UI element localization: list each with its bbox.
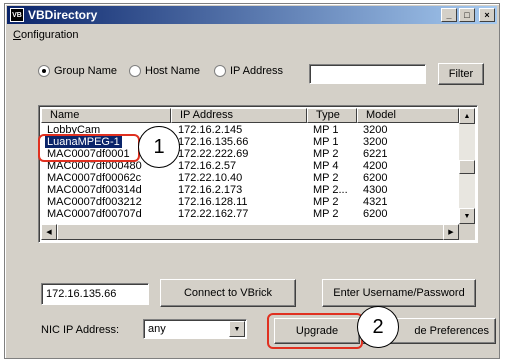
cell-model: 3200 — [363, 136, 388, 148]
callout-highlight-upgrade — [267, 313, 363, 349]
window-title: VBDirectory — [28, 8, 98, 22]
cell-model: 3200 — [363, 124, 388, 136]
minimize-button[interactable]: _ — [441, 8, 457, 22]
cell-type: MP 2 — [313, 196, 339, 208]
cell-type: MP 2 — [313, 208, 339, 220]
cell-name: MAC0007df00314d — [47, 184, 142, 196]
radio-dot-selected[interactable] — [38, 65, 50, 77]
app-icon: VB — [10, 8, 24, 22]
menu-configuration[interactable]: Configuration — [13, 29, 78, 41]
cell-type: MP 1 — [313, 124, 339, 136]
device-list[interactable]: Name IP Address Type Model LobbyCam 172.1… — [38, 105, 478, 243]
cell-ip: 172.22.222.69 — [178, 148, 249, 160]
close-button[interactable]: × — [479, 8, 495, 22]
table-row[interactable]: MAC0007df00314d 172.16.2.173 MP 2... 4300 — [41, 184, 459, 196]
cell-model: 6200 — [363, 208, 388, 220]
column-header-model[interactable]: Model — [357, 108, 459, 123]
radio-label: Group Name — [54, 65, 117, 77]
horizontal-scroll-thumb[interactable] — [57, 224, 445, 240]
scroll-right-button[interactable]: ▶ — [443, 224, 459, 240]
cell-type: MP 2 — [313, 172, 339, 184]
horizontal-scrollbar[interactable]: ◀ ▶ — [41, 224, 459, 240]
maximize-button[interactable]: □ — [459, 8, 475, 22]
title-bar[interactable]: VB VBDirectory _ □ × — [7, 6, 497, 24]
scroll-corner — [459, 224, 475, 240]
list-header: Name IP Address Type Model — [41, 108, 459, 123]
radio-dot[interactable] — [129, 65, 141, 77]
filter-button[interactable]: Filter — [438, 63, 484, 85]
radio-label: IP Address — [230, 65, 283, 77]
callout-number-two: 2 — [357, 306, 399, 348]
cell-model: 4321 — [363, 196, 388, 208]
scroll-down-button[interactable]: ▼ — [459, 208, 475, 224]
nic-ip-label: NIC IP Address: — [41, 324, 120, 336]
device-ip-input[interactable] — [41, 283, 149, 305]
cell-ip: 172.22.162.77 — [178, 208, 249, 220]
cell-type: MP 2 — [313, 148, 339, 160]
cell-type: MP 4 — [313, 160, 339, 172]
cell-type: MP 2... — [313, 184, 348, 196]
cell-ip: 172.16.128.11 — [178, 196, 248, 208]
cell-type: MP 1 — [313, 136, 339, 148]
cell-name: MAC0007df00062c — [47, 172, 142, 184]
cell-model: 6200 — [363, 172, 388, 184]
cell-ip: 172.22.10.40 — [178, 172, 243, 184]
cell-model: 4200 — [363, 160, 388, 172]
cell-name: MAC0007df003212 — [47, 196, 142, 208]
callout-number-one: 1 — [138, 126, 180, 168]
radio-dot[interactable] — [214, 65, 226, 77]
dropdown-arrow-icon[interactable]: ▼ — [229, 321, 245, 337]
connect-to-vbrick-button[interactable]: Connect to VBrick — [160, 279, 296, 307]
nic-ip-value: any — [148, 323, 166, 335]
filter-input[interactable] — [309, 64, 426, 84]
vertical-scroll-thumb[interactable] — [459, 160, 475, 174]
cell-ip: 172.16.2.145 — [178, 124, 243, 136]
column-header-name[interactable]: Name — [41, 108, 171, 123]
radio-group-name[interactable]: Group Name — [38, 65, 117, 77]
table-row[interactable]: MAC0007df00707d 172.22.162.77 MP 2 6200 — [41, 208, 459, 220]
vertical-scrollbar[interactable]: ▲ ▼ — [459, 108, 475, 224]
scroll-left-button[interactable]: ◀ — [41, 224, 57, 240]
callout-highlight-device — [38, 134, 140, 162]
table-row[interactable]: MAC0007df003212 172.16.128.11 MP 2 4321 — [41, 196, 459, 208]
enter-credentials-button[interactable]: Enter Username/Password — [322, 279, 476, 307]
column-header-ip[interactable]: IP Address — [171, 108, 307, 123]
nic-ip-select[interactable]: any ▼ — [143, 319, 247, 339]
radio-host-name[interactable]: Host Name — [129, 65, 200, 77]
menu-bar: Configuration — [7, 26, 497, 44]
scroll-up-button[interactable]: ▲ — [459, 108, 475, 124]
cell-model: 6221 — [363, 148, 388, 160]
radio-ip-address[interactable]: IP Address — [214, 65, 283, 77]
cell-model: 4300 — [363, 184, 388, 196]
cell-ip: 172.16.2.173 — [178, 184, 243, 196]
cell-name: MAC0007df00707d — [47, 208, 142, 220]
column-header-type[interactable]: Type — [307, 108, 357, 123]
cell-ip: 172.16.2.57 — [178, 160, 237, 172]
table-row[interactable]: MAC0007df00062c 172.22.10.40 MP 2 6200 — [41, 172, 459, 184]
radio-label: Host Name — [145, 65, 201, 77]
cell-ip: 172.16.135.66 — [178, 136, 249, 148]
